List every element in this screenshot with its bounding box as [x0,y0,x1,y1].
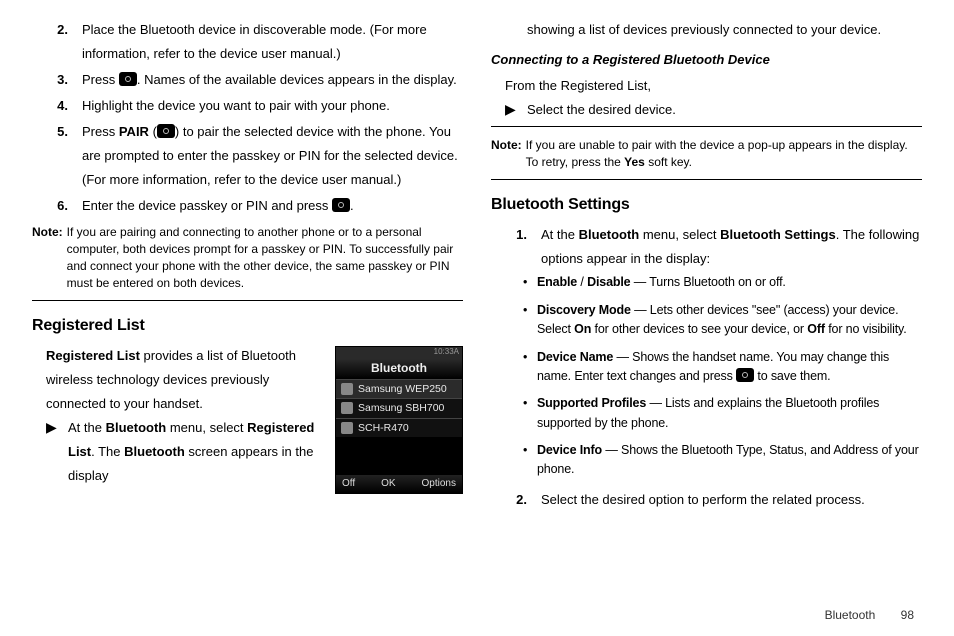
bullet-discovery: • Discovery Mode — Lets other devices "s… [491,301,922,340]
continued-text: showing a list of devices previously con… [491,18,922,42]
bullet-enable: • Enable / Disable — Turns Bluetooth on … [491,273,922,292]
bt-device-icon [341,383,353,395]
heading-registered-list: Registered List [32,311,463,341]
phone-title: Bluetooth [336,359,462,378]
phone-row: Samsung WEP250 [336,379,462,399]
bt-device-icon [341,402,353,414]
arrow-select-device: ▶ Select the desired device. [491,98,922,122]
bullet-profiles: • Supported Profiles — Lists and explain… [491,394,922,433]
retry-note: Note: If you are unable to pair with the… [491,137,922,171]
bt-device-icon [341,422,353,434]
phone-softkeys: Off OK Options [336,475,462,493]
left-column: 2. Place the Bluetooth device in discove… [32,18,463,514]
from-text: From the Registered List, [491,74,922,98]
ok-key-icon [157,124,175,138]
arrow-icon: ▶ [46,416,68,488]
arrow-icon: ▶ [505,98,527,122]
divider [32,300,463,301]
step-4: 4. Highlight the device you want to pair… [32,94,463,118]
heading-bluetooth-settings: Bluetooth Settings [491,190,922,220]
heading-connect-registered: Connecting to a Registered Bluetooth Dev… [491,48,922,72]
step-3: 3. Press . Names of the available device… [32,68,463,92]
right-column: showing a list of devices previously con… [491,18,922,514]
settings-step-2: 2. Select the desired option to perform … [491,488,922,512]
phone-screenshot: 10:33A Bluetooth Samsung WEP250 Samsung … [335,346,463,494]
bullet-device-info: • Device Info — Shows the Bluetooth Type… [491,441,922,480]
ok-key-icon [736,368,754,382]
pairing-note: Note: If you are pairing and connecting … [32,224,463,291]
ok-key-icon [119,72,137,86]
phone-status-bar: 10:33A [336,347,462,359]
phone-row: SCH-R470 [336,418,462,438]
step-5: 5. Press PAIR () to pair the selected de… [32,120,463,192]
bullet-device-name: • Device Name — Shows the handset name. … [491,348,922,387]
ok-key-icon [332,198,350,212]
divider [491,126,922,127]
page-footer: Bluetooth 98 [825,608,914,622]
page: 2. Place the Bluetooth device in discove… [0,0,954,524]
divider [491,179,922,180]
phone-row: Samsung SBH700 [336,398,462,418]
arrow-step: ▶ At the Bluetooth menu, select Register… [32,416,325,488]
settings-step-1: 1. At the Bluetooth menu, select Bluetoo… [491,223,922,271]
step-2: 2. Place the Bluetooth device in discove… [32,18,463,66]
step-6: 6. Enter the device passkey or PIN and p… [32,194,463,218]
